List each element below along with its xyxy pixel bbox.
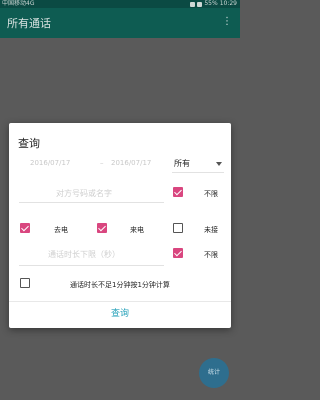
signal-icon bbox=[197, 1, 203, 7]
outgoing-checkbox[interactable] bbox=[20, 223, 30, 233]
number-input-underline bbox=[19, 202, 164, 203]
end-date-field[interactable]: 2016/07/17 bbox=[111, 159, 151, 167]
query-button[interactable]: 查询 bbox=[9, 303, 231, 325]
call-type-select[interactable]: 所有 bbox=[172, 157, 224, 170]
select-underline bbox=[172, 172, 224, 173]
chevron-down-icon bbox=[216, 162, 222, 166]
clock: 10:29 bbox=[219, 0, 237, 7]
missed-checkbox[interactable] bbox=[173, 223, 183, 233]
status-bar: 中国移动4G 55% 10:29 bbox=[0, 0, 240, 8]
call-type-value: 所有 bbox=[174, 159, 190, 168]
overflow-menu-icon[interactable]: ⋮ bbox=[222, 17, 232, 27]
unlimited-duration-checkbox[interactable] bbox=[173, 248, 183, 258]
query-dialog: 查询 2016/07/17 – 2016/07/17 所有 对方号码或名字 不限… bbox=[9, 123, 231, 328]
dialog-divider bbox=[9, 301, 231, 302]
stats-fab-button[interactable]: 统计 bbox=[199, 358, 229, 388]
dialog-title: 查询 bbox=[18, 137, 40, 150]
carrier-label: 中国移动4G bbox=[2, 0, 35, 7]
wifi-icon bbox=[190, 1, 196, 7]
battery-level: 55% bbox=[204, 0, 218, 7]
number-search-input[interactable]: 对方号码或名字 bbox=[56, 188, 112, 199]
date-separator: – bbox=[100, 159, 104, 167]
duration-input-underline bbox=[19, 265, 164, 266]
start-date-field[interactable]: 2016/07/17 bbox=[30, 159, 70, 167]
status-icons: 55% 10:29 bbox=[190, 0, 237, 8]
incoming-checkbox[interactable] bbox=[97, 223, 107, 233]
page-title: 所有通话 bbox=[7, 17, 51, 30]
unlimited-number-checkbox[interactable] bbox=[173, 187, 183, 197]
round-minute-label: 通话时长不足1分钟按1分钟计算 bbox=[70, 281, 170, 289]
duration-input[interactable]: 通话时长下限（秒） bbox=[48, 249, 120, 260]
incoming-label: 来电 bbox=[130, 226, 144, 234]
unlimited-duration-label: 不限 bbox=[204, 251, 218, 259]
app-bar: 所有通话 ⋮ bbox=[0, 8, 240, 38]
outgoing-label: 去电 bbox=[54, 226, 68, 234]
round-minute-checkbox[interactable] bbox=[20, 278, 30, 288]
missed-label: 未接 bbox=[204, 226, 218, 234]
unlimited-number-label: 不限 bbox=[204, 190, 218, 198]
